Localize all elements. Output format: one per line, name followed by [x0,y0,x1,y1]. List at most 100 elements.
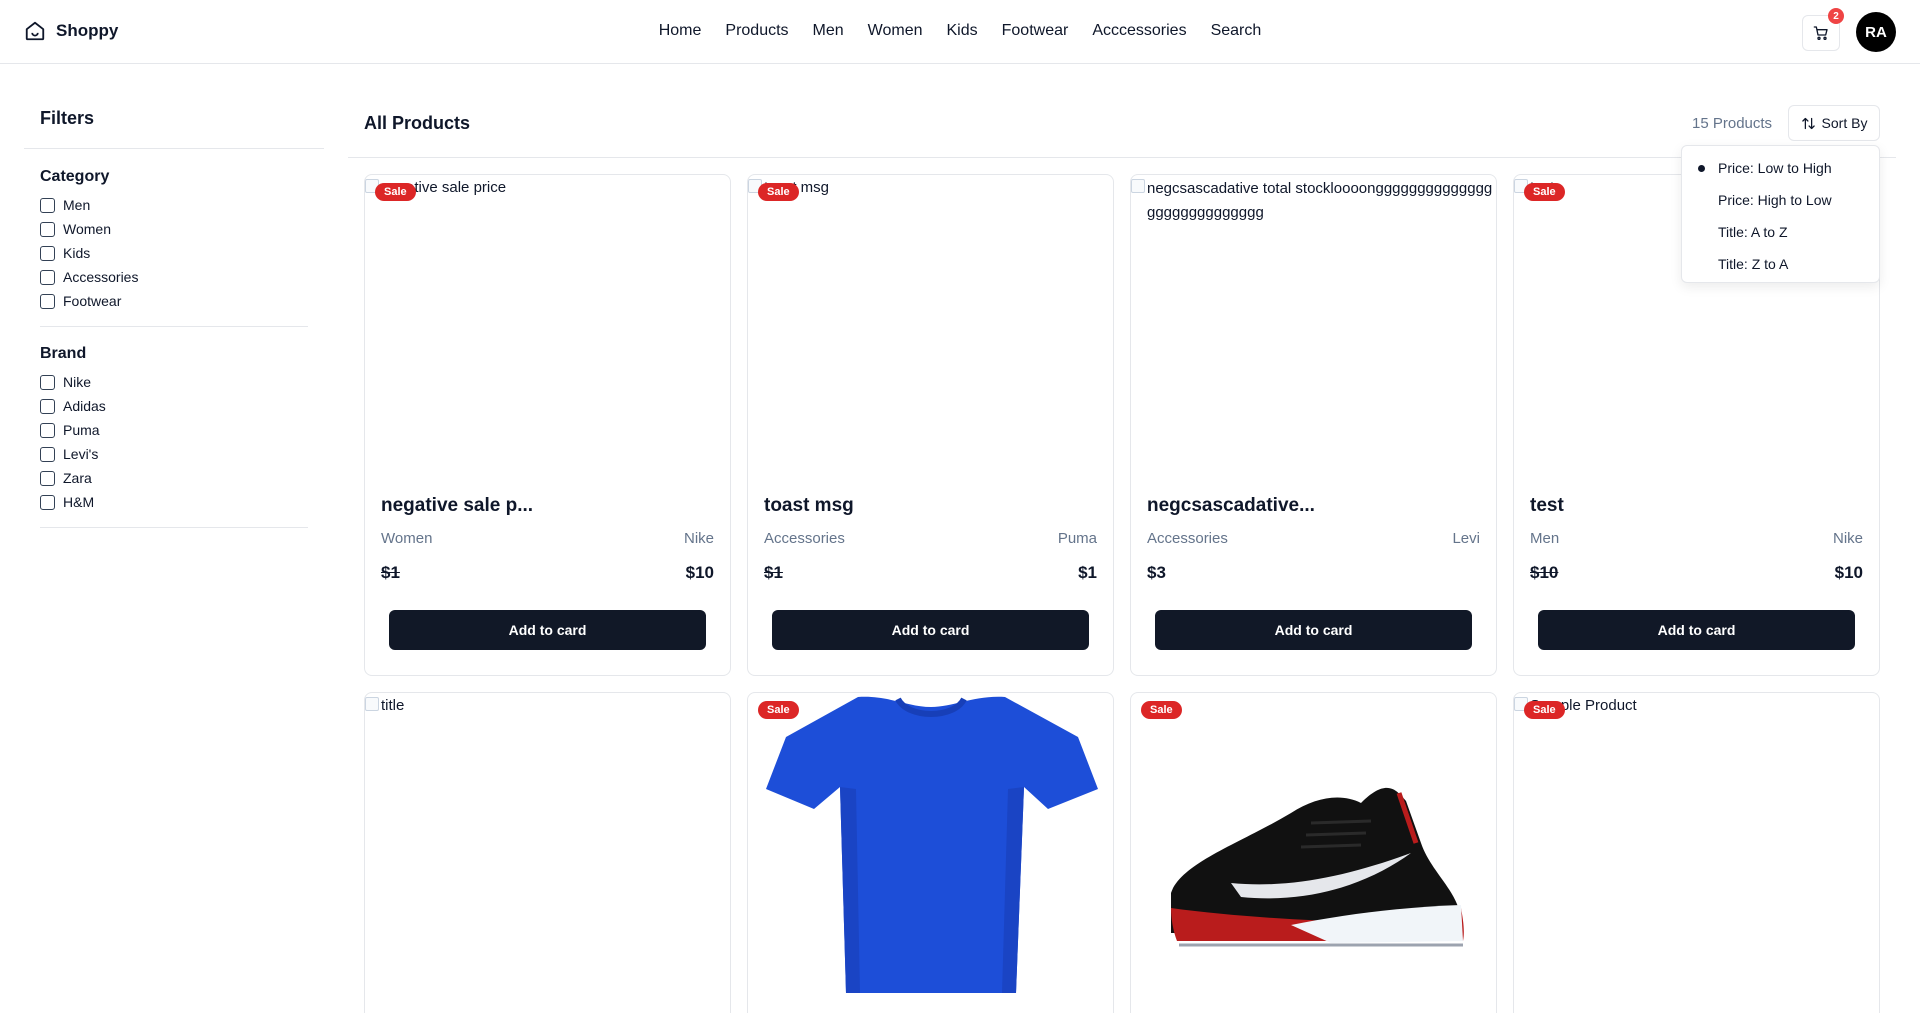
product-card[interactable]: Sale [1130,692,1497,1013]
filter-brand-hm[interactable]: H&M [40,494,94,510]
product-title[interactable]: test [1530,495,1564,517]
brand-title: Brand [40,345,87,362]
product-original-price: $1 [381,563,400,582]
checkbox[interactable] [40,197,55,213]
sort-option-price-low-high[interactable]: Price: Low to High [1682,152,1879,184]
sort-button[interactable]: Sort By [1788,105,1880,141]
add-to-cart-button[interactable]: Add to card [389,610,706,650]
product-count: 15 Products [1692,115,1773,132]
sale-badge: Sale [375,183,416,201]
product-category: Women [381,530,433,547]
category-divider [40,326,308,327]
product-category: Accessories [1147,530,1228,547]
filter-brand-nike[interactable]: Nike [40,374,91,390]
sort-option-title-a-z[interactable]: Title: A to Z [1682,216,1879,248]
sort-label: Sort By [1821,115,1868,131]
filter-category-women[interactable]: Women [40,221,111,237]
sale-badge: Sale [1524,183,1565,201]
checkbox[interactable] [40,398,55,414]
product-image: toast msg [748,175,1113,485]
selected-dot-icon [1698,165,1705,172]
nav-products[interactable]: Products [725,22,788,40]
product-original-price: $1 [764,563,783,582]
filter-category-men[interactable]: Men [40,197,90,213]
brand-divider [40,527,308,528]
category-title: Category [40,168,110,185]
product-brand: Levi [1452,530,1480,547]
product-image: Sample Product [1514,693,1879,1003]
product-original-price: $10 [1530,563,1559,582]
top-header: Shoppy Home Products Men Women Kids Foot… [0,0,1920,64]
nav-footwear[interactable]: Footwear [1002,22,1069,40]
nav-women[interactable]: Women [868,22,923,40]
product-category: Men [1530,530,1560,547]
product-image [748,693,1113,1003]
checkbox[interactable] [40,293,55,309]
filter-category-accessories[interactable]: Accessories [40,269,138,285]
filters-divider [24,148,324,149]
sale-badge: Sale [1524,701,1565,719]
sort-dropdown-menu: Price: Low to High Price: High to Low Ti… [1681,145,1880,283]
product-card[interactable]: toast msg Sale toast msg Accessories Pum… [747,174,1114,676]
sort-option-title-z-a[interactable]: Title: Z to A [1682,248,1879,280]
checkbox[interactable] [40,221,55,237]
product-price: $10 [1834,563,1863,582]
checkbox[interactable] [40,269,55,285]
main-divider [348,157,1896,158]
checkbox[interactable] [40,374,55,390]
checkbox[interactable] [40,245,55,261]
add-to-cart-button[interactable]: Add to card [772,610,1089,650]
product-card[interactable]: negative sale price Sale negative sale p… [364,174,731,676]
main-nav: Home Products Men Women Kids Footwear Ac… [0,22,1920,40]
product-image: title [365,693,730,1003]
product-card[interactable]: negcsascadative total stockloooonggggggg… [1130,174,1497,676]
blue-tshirt-image [766,696,1098,993]
product-card[interactable]: Sale [747,692,1114,1013]
product-brand: Nike [683,530,714,547]
add-to-cart-button[interactable]: Add to card [1538,610,1855,650]
checkbox[interactable] [40,470,55,486]
filters-sidebar: Filters Category Men Women Kids Accessor… [24,64,324,964]
product-title[interactable]: negcsascadative... [1147,495,1315,517]
product-title[interactable]: negative sale p... [381,495,533,517]
sneaker-image [1171,787,1464,947]
sort-option-price-high-low[interactable]: Price: High to Low [1682,184,1879,216]
avatar[interactable]: RA [1856,12,1896,52]
filter-category-kids[interactable]: Kids [40,245,90,261]
filter-brand-zara[interactable]: Zara [40,470,92,486]
filter-brand-levis[interactable]: Levi's [40,446,98,462]
add-to-cart-button[interactable]: Add to card [1155,610,1472,650]
product-category: Accessories [764,530,845,547]
product-image: negcsascadative total stockloooonggggggg… [1131,175,1496,485]
product-image: negative sale price [365,175,730,485]
nav-search[interactable]: Search [1211,22,1262,40]
product-price: $10 [685,563,714,582]
product-brand: Puma [1057,530,1097,547]
sale-badge: Sale [758,701,799,719]
product-card[interactable]: title [364,692,731,1013]
cart-icon [1813,26,1828,40]
nav-kids[interactable]: Kids [947,22,978,40]
sale-badge: Sale [758,183,799,201]
filters-title: Filters [40,108,95,128]
image-alt-text: negcsascadative total stockloooonggggggg… [1147,180,1493,221]
product-card[interactable]: Sample Product Sale [1513,692,1880,1013]
product-title[interactable]: toast msg [764,495,854,517]
sort-arrows-icon [1801,117,1815,129]
checkbox[interactable] [40,494,55,510]
cart-count-badge: 2 [1828,8,1844,24]
nav-accessories[interactable]: Acccessories [1092,22,1186,40]
sale-badge: Sale [1141,701,1182,719]
nav-men[interactable]: Men [813,22,844,40]
filter-brand-puma[interactable]: Puma [40,422,100,438]
product-image [1131,693,1496,1003]
product-brand: Nike [1832,530,1863,547]
product-price: $3 [1147,563,1166,582]
checkbox[interactable] [40,446,55,462]
product-price: $1 [1078,563,1097,582]
nav-home[interactable]: Home [659,22,702,40]
filter-category-footwear[interactable]: Footwear [40,293,121,309]
filter-brand-adidas[interactable]: Adidas [40,398,106,414]
page-title: All Products [364,113,471,133]
checkbox[interactable] [40,422,55,438]
